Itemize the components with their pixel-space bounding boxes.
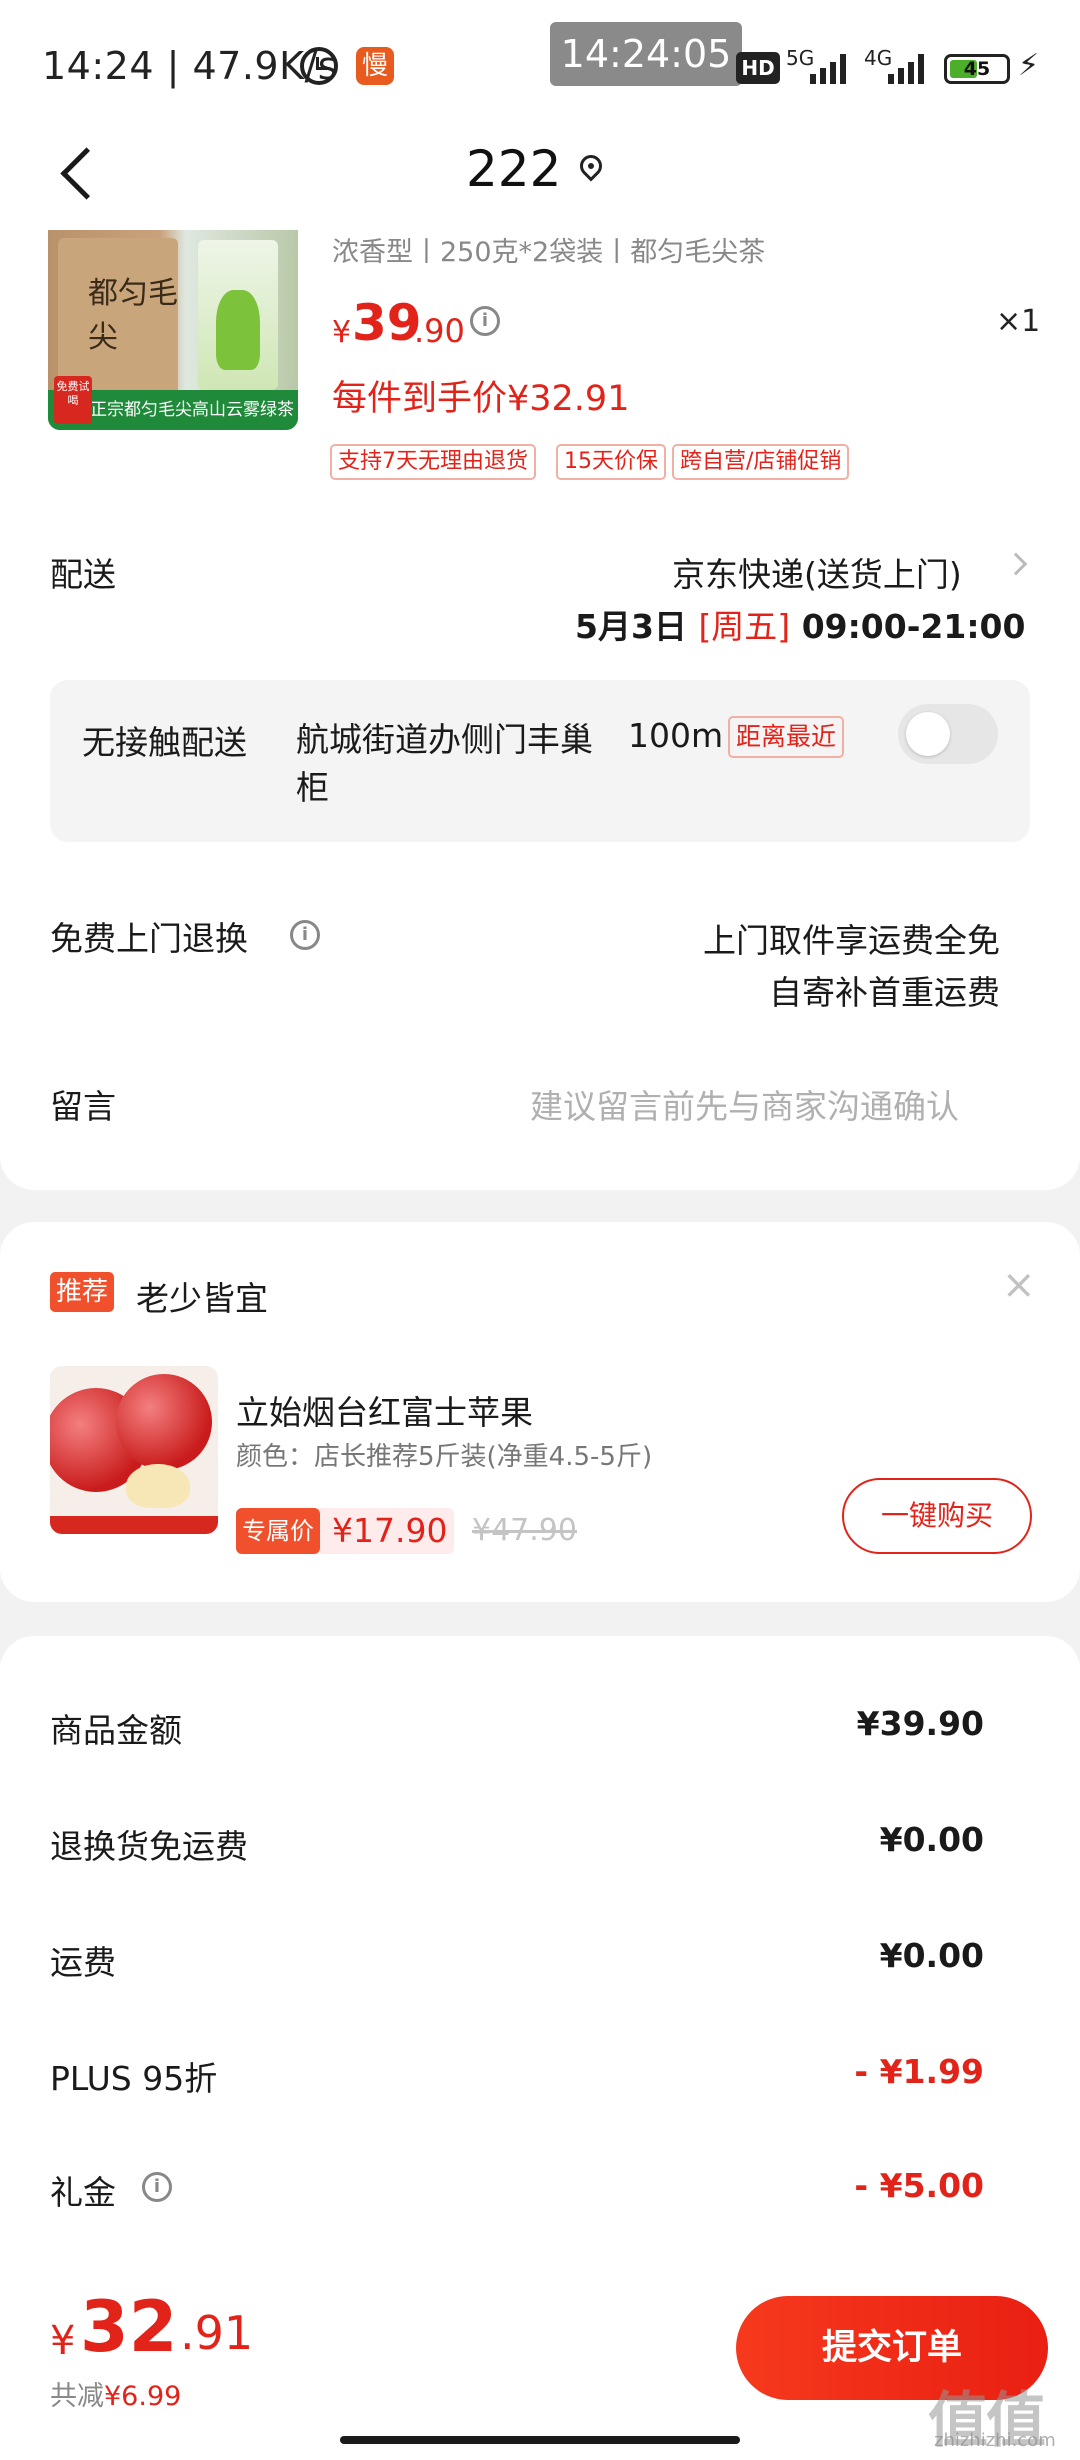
delivery-day: 5月3日	[575, 607, 687, 646]
battery-percent: 45	[963, 58, 991, 80]
product-quantity: ×1	[996, 304, 1041, 339]
product-image[interactable]: 都匀毛尖 正宗都匀毛尖高山云雾绿茶 免费试喝	[48, 230, 298, 430]
delivery-method[interactable]: 京东快递(送货上门)	[672, 548, 962, 596]
contactless-distance: 100m	[628, 716, 724, 755]
final-unit-price: 每件到手价¥32.91	[332, 379, 630, 419]
clock-overlay: 14:24:05	[550, 22, 742, 86]
exclusive-price: ¥17.90	[332, 1511, 448, 1550]
saved-label: 共减	[50, 2381, 104, 2412]
message-label: 留言	[50, 1087, 116, 1126]
apple-slice-graphic	[126, 1464, 190, 1508]
original-price: ¥47.90	[472, 1513, 577, 1548]
summary-label-return-shipping: 退换货免运费	[50, 1827, 248, 1866]
back-icon[interactable]	[54, 143, 94, 203]
price-integer: 39	[352, 294, 422, 352]
summary-value-gift: - ¥5.00	[854, 2166, 984, 2205]
summary-value-goods: ¥39.90	[856, 1704, 984, 1743]
alarm-icon	[300, 47, 338, 85]
price-info-icon[interactable]: i	[470, 306, 500, 336]
gift-info-icon[interactable]: i	[142, 2172, 172, 2202]
total-decimal: .91	[180, 2306, 254, 2360]
saved-value: ¥6.99	[104, 2381, 182, 2412]
tag-7day-return: 支持7天无理由退货	[330, 444, 536, 480]
watermark-url: zhizhizhi.com	[934, 2430, 1056, 2451]
tag-price-protect: 15天价保	[556, 444, 666, 480]
slow-badge-icon: 慢	[356, 47, 394, 85]
recommend-product-name[interactable]: 立始烟台红富士苹果	[236, 1386, 533, 1434]
apple-product-image[interactable]	[50, 1366, 218, 1534]
home-indicator[interactable]	[340, 2436, 740, 2444]
bag-text: 都匀毛尖	[88, 276, 178, 355]
returns-label: 免费上门退换	[50, 919, 248, 958]
status-time: 14:24 | 47.9K/s	[42, 44, 339, 88]
product-spec: 浓香型丨250克*2袋装丨都匀毛尖茶	[332, 237, 766, 268]
delivery-date[interactable]: 5月3日 [周五] 09:00-21:00	[575, 600, 1025, 648]
contactless-toggle[interactable]	[898, 704, 998, 764]
summary-value-plus: - ¥1.99	[854, 2052, 984, 2091]
contactless-title: 无接触配送	[82, 723, 247, 762]
apple-graphic-2	[116, 1374, 212, 1470]
summary-value-return-shipping: ¥0.00	[879, 1820, 984, 1859]
summary-label-shipping: 运费	[50, 1943, 116, 1982]
returns-info-icon[interactable]: i	[290, 920, 320, 950]
recommend-badge: 推荐	[50, 1272, 115, 1312]
summary-value-shipping: ¥0.00	[879, 1936, 984, 1975]
summary-label-plus: PLUS 95折	[50, 2059, 218, 2098]
message-input[interactable]: 建议留言前先与商家沟通确认	[530, 1080, 959, 1128]
apple-image-strip	[50, 1516, 218, 1534]
tea-bag-graphic: 都匀毛尖	[58, 238, 178, 398]
delivery-label: 配送	[50, 555, 116, 594]
address-title[interactable]: 222	[466, 140, 561, 198]
charging-icon: ⚡	[1018, 48, 1040, 83]
signal-icon	[806, 50, 852, 84]
recommend-product-spec: 颜色：店长推荐5斤装(净重4.5-5斤)	[236, 1442, 653, 1472]
product-image-tag: 免费试喝	[54, 376, 92, 424]
nearest-tag: 距离最近	[728, 716, 845, 758]
hd-icon: HD	[736, 52, 780, 84]
summary-label-goods: 商品金额	[50, 1711, 182, 1750]
recommend-title: 老少皆宜	[136, 1279, 268, 1318]
returns-line1: 上门取件享运费全免	[703, 921, 1000, 960]
price-decimal: .90	[414, 312, 465, 350]
saved-amount: 共减¥6.99	[50, 2374, 181, 2413]
close-icon[interactable]: ×	[1002, 1262, 1036, 1308]
one-click-buy-button[interactable]: 一键购买	[842, 1478, 1032, 1554]
total-integer: 32	[80, 2286, 178, 2368]
tag-promotion: 跨自营/店铺促销	[672, 444, 850, 480]
delivery-time: 09:00-21:00	[801, 607, 1026, 646]
tea-leaf-graphic	[216, 290, 260, 370]
contactless-location: 航城街道办侧门丰巢柜	[296, 720, 593, 807]
signal-icon-2	[884, 50, 930, 84]
price-symbol: ¥	[332, 315, 352, 350]
battery-icon: 45	[944, 54, 1010, 84]
returns-line2: 自寄补首重运费	[769, 973, 1000, 1012]
delivery-weekday: [周五]	[698, 607, 791, 646]
summary-label-gift: 礼金	[50, 2173, 116, 2212]
exclusive-price-badge: 专属价	[236, 1508, 320, 1554]
total-symbol: ¥	[50, 2318, 76, 2364]
